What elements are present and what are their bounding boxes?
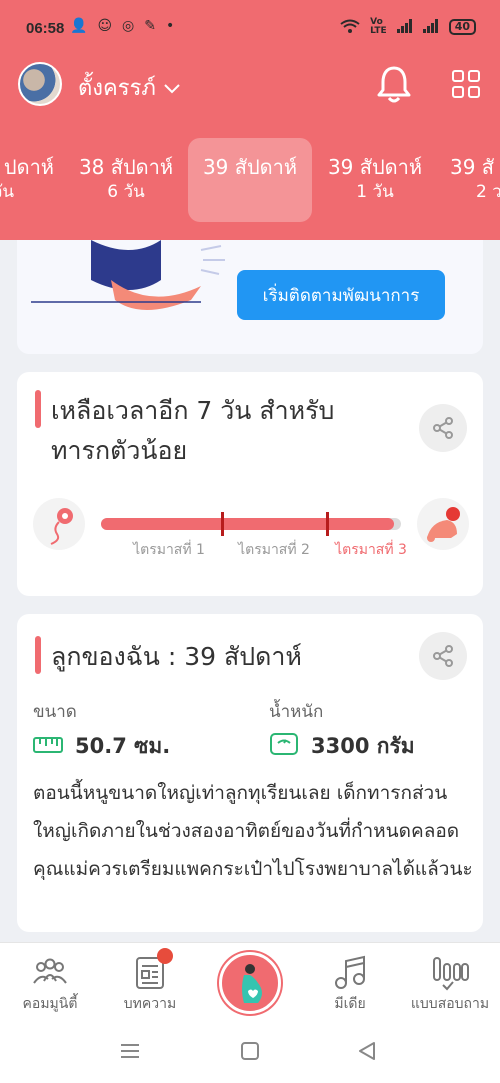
week-tab-active[interactable]: 39 สัปดาห์	[188, 138, 312, 222]
back-icon[interactable]	[358, 1042, 376, 1064]
trimester-marker	[326, 512, 329, 536]
size-label: ขนาด	[33, 702, 77, 722]
share-icon[interactable]	[419, 632, 467, 680]
week-tab[interactable]: 39 สัปดาห์ 1 วัน	[313, 138, 437, 222]
baby-description: ตอนนี้หนูขนาดใหญ่เท่าลูกทุเรียนเลย เด็กท…	[33, 782, 473, 880]
status-time: 06:58	[26, 20, 65, 37]
week-tab[interactable]: 38 สัปดาห์ 6 วัน	[64, 138, 188, 222]
pregnancy-progress: ไตรมาสที่ 1 ไตรมาสที่ 2 ไตรมาสที่ 3	[33, 498, 469, 578]
baby-icon	[417, 498, 469, 550]
notification-icons: 👤 ☺ ◎ ✎ •	[70, 18, 174, 34]
ruler-icon	[33, 735, 63, 759]
progress-track	[101, 518, 401, 530]
start-tracking-button[interactable]: เริ่มติดตามพัฒนาการ	[237, 270, 445, 320]
nav-label: คอมมูนิตี้	[22, 996, 78, 1012]
trimester-1-label: ไตรมาสที่ 1	[133, 542, 205, 558]
pregnancy-icon	[242, 964, 262, 1003]
pregnancy-home-button[interactable]	[219, 952, 281, 1014]
signal-icon-2	[422, 18, 439, 36]
grid-menu-icon[interactable]	[452, 70, 480, 98]
week-tab[interactable]: 39 สั 2 ว	[438, 138, 500, 222]
nav-articles[interactable]: บทความ	[100, 943, 200, 1023]
countdown-title-line2: ทารกตัวน้อย	[51, 436, 188, 465]
progress-fill	[101, 518, 394, 530]
person-icon: 👤	[70, 18, 88, 34]
week-tab[interactable]: ปดาห์ วัน	[0, 138, 62, 222]
baby-illustration	[31, 240, 225, 310]
tool-icon: ✎	[144, 18, 156, 34]
avatar[interactable]	[18, 62, 62, 106]
notification-badge	[157, 948, 173, 964]
app-header: 06:58 👤 ☺ ◎ ✎ • Vo LTE 40 ตั้งครรภ์ ปดาห…	[0, 0, 500, 240]
music-icon	[331, 955, 369, 991]
sperm-icon	[33, 498, 85, 550]
instagram-icon: ◎	[122, 18, 135, 34]
trimester-3-label: ไตรมาสที่ 3	[335, 542, 407, 558]
countdown-title-line1: เหลือเวลาอีก 7 วัน สำหรับ	[51, 396, 335, 425]
nav-label: บทความ	[123, 996, 177, 1012]
profile-switcher[interactable]: ตั้งครรภ์	[78, 70, 180, 105]
signal-icon-1	[396, 18, 413, 36]
nav-label: มีเดีย	[334, 996, 366, 1012]
baby-info-card: ลูกของฉัน : 39 สัปดาห์ ขนาด 50.7 ซม. น้ำ…	[17, 614, 483, 932]
size-value: 50.7 ซม.	[75, 734, 171, 758]
weight-metric: 3300 กรัม	[269, 730, 415, 763]
menu-icon[interactable]	[120, 1042, 140, 1064]
volte-icon: Vo LTE	[370, 17, 387, 36]
trimester-2-label: ไตรมาสที่ 2	[238, 542, 310, 558]
baby-title: ลูกของฉัน : 39 สัปดาห์	[51, 642, 302, 671]
chevron-down-icon	[164, 75, 180, 100]
weight-value: 3300 กรัม	[311, 734, 415, 758]
size-metric: 50.7 ซม.	[33, 730, 170, 763]
nav-label: แบบสอบถาม	[410, 996, 490, 1012]
battery-icon: 40	[448, 19, 476, 35]
week-selector: ปดาห์ วัน 38 สัปดาห์ 6 วัน 39 สัปดาห์ 39…	[0, 138, 500, 222]
bell-icon[interactable]	[376, 64, 412, 104]
nav-quiz[interactable]: แบบสอบถาม	[400, 943, 500, 1023]
emoji-icon: ☺	[97, 18, 113, 34]
quiz-icon	[431, 955, 469, 991]
title-accent	[35, 390, 41, 428]
countdown-card: เหลือเวลาอีก 7 วัน สำหรับ ทารกตัวน้อย ไต…	[17, 372, 483, 596]
trimester-marker	[221, 512, 224, 536]
scale-icon	[269, 732, 299, 761]
system-navigation	[0, 1022, 500, 1083]
dot-icon: •	[166, 18, 175, 34]
status-right: Vo LTE 40	[340, 18, 476, 36]
username: ตั้งครรภ์	[78, 76, 156, 101]
community-icon	[31, 955, 69, 991]
status-bar: 06:58 👤 ☺ ◎ ✎ • Vo LTE 40	[0, 18, 500, 44]
wifi-icon	[340, 19, 360, 36]
title-accent	[35, 636, 41, 674]
nav-community[interactable]: คอมมูนิตี้	[0, 943, 100, 1023]
weight-label: น้ำหนัก	[269, 702, 324, 722]
nav-media[interactable]: มีเดีย	[300, 943, 400, 1023]
share-icon[interactable]	[419, 404, 467, 452]
home-icon[interactable]	[241, 1042, 259, 1064]
